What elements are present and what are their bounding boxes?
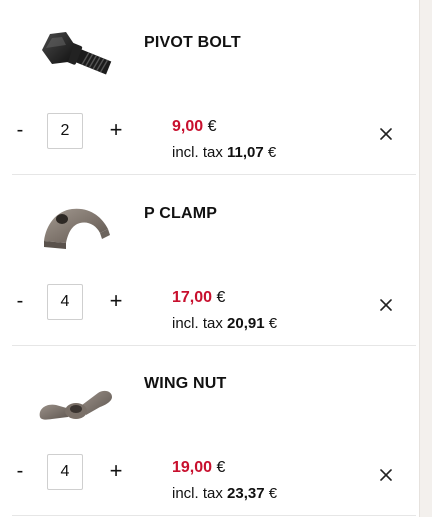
- product-name[interactable]: PIVOT BOLT: [144, 34, 241, 52]
- item-divider: [12, 515, 416, 516]
- close-icon[interactable]: [376, 465, 396, 485]
- close-icon[interactable]: [376, 295, 396, 315]
- product-name[interactable]: P CLAMP: [144, 205, 217, 223]
- cart-panel: PIVOT BOLT - + 9,00 € incl. tax 11,07 €: [0, 0, 420, 517]
- quantity-input[interactable]: [47, 284, 83, 320]
- price-incl-tax: incl. tax 20,91 €: [172, 315, 277, 332]
- tax-currency: €: [268, 485, 278, 502]
- price-currency: €: [207, 118, 217, 135]
- close-icon[interactable]: [376, 124, 396, 144]
- increase-quantity-button[interactable]: +: [107, 289, 125, 313]
- increase-quantity-button[interactable]: +: [107, 118, 125, 142]
- p-clamp-image: [44, 208, 110, 249]
- tax-currency: €: [267, 144, 277, 161]
- price-amount: 19,00: [172, 459, 213, 476]
- product-name[interactable]: WING NUT: [144, 375, 226, 393]
- tax-amount: 11,07: [227, 144, 264, 161]
- price-amount: 17,00: [172, 289, 213, 306]
- decrease-quantity-button[interactable]: -: [14, 289, 26, 313]
- price: 9,00 €: [172, 118, 217, 136]
- cart-item-p-clamp: P CLAMP - + 17,00 € incl. tax 20,91 €: [0, 175, 420, 345]
- quantity-input[interactable]: [47, 454, 83, 490]
- price-currency: €: [216, 289, 226, 306]
- wing-nut-image: [39, 390, 112, 420]
- price-incl-tax: incl. tax 11,07 €: [172, 144, 276, 161]
- tax-amount: 23,37: [227, 485, 265, 502]
- price-currency: €: [216, 459, 226, 476]
- cart-item-wing-nut: WING NUT - + 19,00 € incl. tax 23,37 €: [0, 345, 420, 515]
- decrease-quantity-button[interactable]: -: [14, 118, 26, 142]
- price-amount: 9,00: [172, 118, 204, 135]
- price: 19,00 €: [172, 459, 225, 477]
- tax-label: incl. tax: [172, 144, 223, 161]
- tax-amount: 20,91: [227, 315, 265, 332]
- decrease-quantity-button[interactable]: -: [14, 459, 26, 483]
- pivot-bolt-image: [42, 32, 112, 75]
- price: 17,00 €: [172, 289, 225, 307]
- quantity-input[interactable]: [47, 113, 83, 149]
- tax-label: incl. tax: [172, 315, 223, 332]
- cart-item-pivot-bolt: PIVOT BOLT - + 9,00 € incl. tax 11,07 €: [0, 4, 420, 174]
- tax-currency: €: [268, 315, 278, 332]
- tax-label: incl. tax: [172, 485, 223, 502]
- increase-quantity-button[interactable]: +: [107, 459, 125, 483]
- price-incl-tax: incl. tax 23,37 €: [172, 485, 277, 502]
